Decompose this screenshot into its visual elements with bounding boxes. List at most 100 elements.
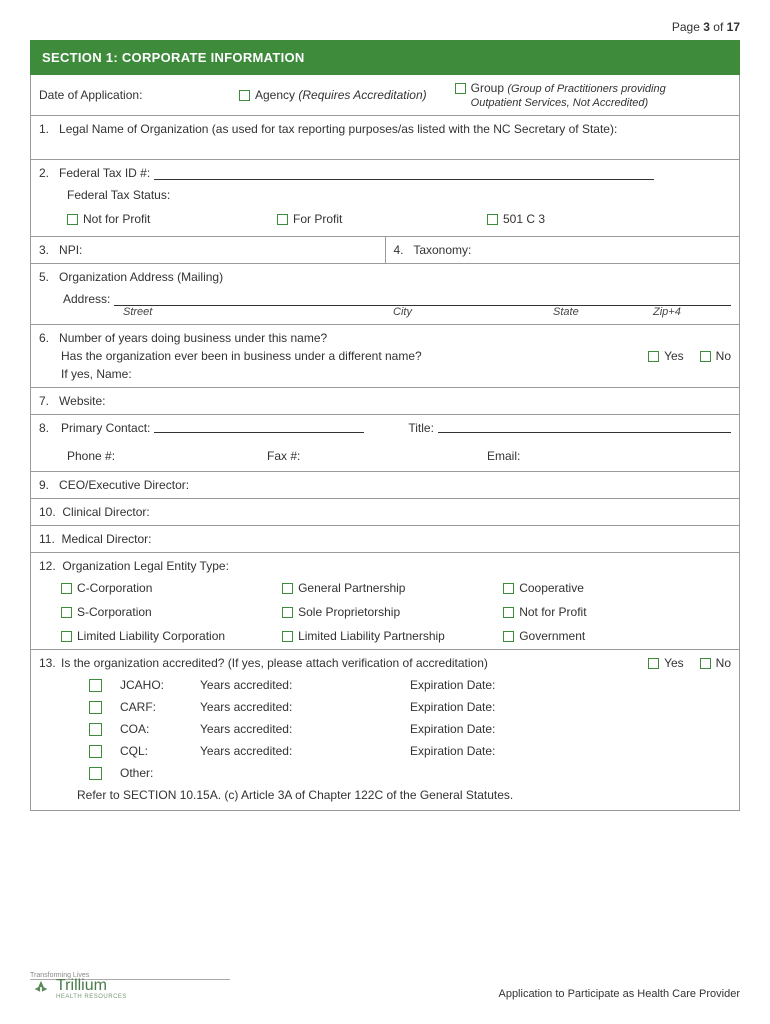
coa-exp: Expiration Date: bbox=[410, 722, 495, 736]
q6-no-checkbox[interactable] bbox=[700, 351, 711, 362]
opt-llc: Limited Liability Corporation bbox=[77, 629, 225, 643]
q4-text: Taxonomy: bbox=[413, 243, 471, 257]
q6-num: 6. bbox=[39, 331, 49, 345]
q7-num: 7. bbox=[39, 394, 49, 408]
q6-line1: Number of years doing business under thi… bbox=[59, 331, 327, 345]
address-input[interactable] bbox=[114, 294, 731, 306]
q6-line2: Has the organization ever been in busine… bbox=[61, 349, 648, 363]
opt-sole-prop: Sole Proprietorship bbox=[298, 605, 400, 619]
q6-yes-checkbox[interactable] bbox=[648, 351, 659, 362]
footer: Transforming Lives Trillium HEALTH RESOU… bbox=[30, 972, 740, 1000]
other-checkbox[interactable] bbox=[89, 767, 102, 780]
llp-checkbox[interactable] bbox=[282, 631, 293, 642]
trillium-logo-icon bbox=[30, 978, 52, 1000]
q1-num: 1. bbox=[39, 122, 49, 136]
section-title: SECTION 1: CORPORATE INFORMATION bbox=[30, 40, 740, 75]
group-label: Group bbox=[471, 81, 504, 95]
q13-num: 13. bbox=[39, 656, 61, 670]
carf-years: Years accredited: bbox=[200, 700, 410, 714]
coa-checkbox[interactable] bbox=[89, 723, 102, 736]
q3-text: NPI: bbox=[59, 243, 82, 257]
q11-text: Medical Director: bbox=[61, 532, 151, 546]
q2-text: Federal Tax ID #: bbox=[59, 166, 150, 180]
q10-text: Clinical Director: bbox=[62, 505, 149, 519]
q1-text: Legal Name of Organization (as used for … bbox=[59, 122, 617, 136]
llc-checkbox[interactable] bbox=[61, 631, 72, 642]
q13-yes: Yes bbox=[664, 656, 684, 670]
opt-s-corp: S-Corporation bbox=[77, 605, 152, 619]
coa-label: COA: bbox=[120, 722, 200, 736]
jcaho-label: JCAHO: bbox=[120, 678, 200, 692]
jcaho-years: Years accredited: bbox=[200, 678, 410, 692]
q13-refer: Refer to SECTION 10.15A. (c) Article 3A … bbox=[77, 788, 731, 802]
col-zip: Zip+4 bbox=[653, 306, 681, 318]
carf-checkbox[interactable] bbox=[89, 701, 102, 714]
tax-id-input[interactable] bbox=[154, 168, 654, 180]
agency-note: (Requires Accreditation) bbox=[298, 88, 426, 102]
q13-text: Is the organization accredited? (If yes,… bbox=[61, 656, 648, 670]
coa-years: Years accredited: bbox=[200, 722, 410, 736]
c-corp-checkbox[interactable] bbox=[61, 583, 72, 594]
form-table: Date of Application: Agency (Requires Ac… bbox=[30, 75, 740, 811]
q8-title: Title: bbox=[408, 421, 434, 435]
q13-yes-checkbox[interactable] bbox=[648, 658, 659, 669]
sole-prop-checkbox[interactable] bbox=[282, 607, 293, 618]
opt-cooperative: Cooperative bbox=[519, 581, 584, 595]
jcaho-exp: Expiration Date: bbox=[410, 678, 495, 692]
agency-label: Agency bbox=[255, 88, 295, 102]
opt-for-profit: For Profit bbox=[293, 212, 342, 226]
col-street: Street bbox=[123, 306, 393, 318]
group-checkbox[interactable] bbox=[455, 83, 466, 94]
s-corp-checkbox[interactable] bbox=[61, 607, 72, 618]
opt-c-corp: C-Corporation bbox=[77, 581, 152, 595]
q12-num: 12. bbox=[39, 559, 56, 573]
primary-contact-input[interactable] bbox=[154, 421, 364, 433]
q8-phone: Phone #: bbox=[67, 449, 267, 463]
q13-no-checkbox[interactable] bbox=[700, 658, 711, 669]
date-of-application-label: Date of Application: bbox=[39, 88, 179, 102]
cql-years: Years accredited: bbox=[200, 744, 410, 758]
jcaho-checkbox[interactable] bbox=[89, 679, 102, 692]
for-profit-checkbox[interactable] bbox=[277, 214, 288, 225]
q10-num: 10. bbox=[39, 505, 56, 519]
logo-name: Trillium bbox=[56, 978, 127, 994]
opt-501c3: 501 C 3 bbox=[503, 212, 545, 226]
logo-sub: HEALTH RESOURCES bbox=[56, 994, 127, 1000]
carf-exp: Expiration Date: bbox=[410, 700, 495, 714]
q5-text: Organization Address (Mailing) bbox=[59, 270, 223, 284]
other-label: Other: bbox=[120, 766, 200, 780]
q6-no: No bbox=[716, 349, 731, 363]
q6-yes: Yes bbox=[664, 349, 684, 363]
q8-num: 8. bbox=[39, 421, 61, 435]
q9-num: 9. bbox=[39, 478, 49, 492]
carf-label: CARF: bbox=[120, 700, 200, 714]
q7-text: Website: bbox=[59, 394, 105, 408]
cql-checkbox[interactable] bbox=[89, 745, 102, 758]
q8-fax: Fax #: bbox=[267, 449, 487, 463]
cql-exp: Expiration Date: bbox=[410, 744, 495, 758]
title-input[interactable] bbox=[438, 421, 731, 433]
cooperative-checkbox[interactable] bbox=[503, 583, 514, 594]
tax-status-label: Federal Tax Status: bbox=[67, 188, 731, 202]
q6-ifyes: If yes, Name: bbox=[61, 367, 731, 381]
agency-checkbox[interactable] bbox=[239, 90, 250, 101]
logo: Trillium HEALTH RESOURCES bbox=[30, 978, 230, 1000]
nfp-checkbox[interactable] bbox=[503, 607, 514, 618]
page-indicator: Page 3 of 17 bbox=[30, 20, 740, 34]
gen-partnership-checkbox[interactable] bbox=[282, 583, 293, 594]
footer-right: Application to Participate as Health Car… bbox=[498, 988, 740, 1000]
address-label: Address: bbox=[63, 292, 110, 306]
q8-contact: Primary Contact: bbox=[61, 421, 150, 435]
opt-llp: Limited Liability Partnership bbox=[298, 629, 445, 643]
not-for-profit-checkbox[interactable] bbox=[67, 214, 78, 225]
q12-text: Organization Legal Entity Type: bbox=[62, 559, 229, 573]
501c3-checkbox[interactable] bbox=[487, 214, 498, 225]
opt-not-for-profit: Not for Profit bbox=[83, 212, 150, 226]
government-checkbox[interactable] bbox=[503, 631, 514, 642]
opt-nfp: Not for Profit bbox=[519, 605, 586, 619]
q5-num: 5. bbox=[39, 270, 49, 284]
opt-government: Government bbox=[519, 629, 585, 643]
q9-text: CEO/Executive Director: bbox=[59, 478, 189, 492]
q13-no: No bbox=[716, 656, 731, 670]
opt-gen-partnership: General Partnership bbox=[298, 581, 405, 595]
